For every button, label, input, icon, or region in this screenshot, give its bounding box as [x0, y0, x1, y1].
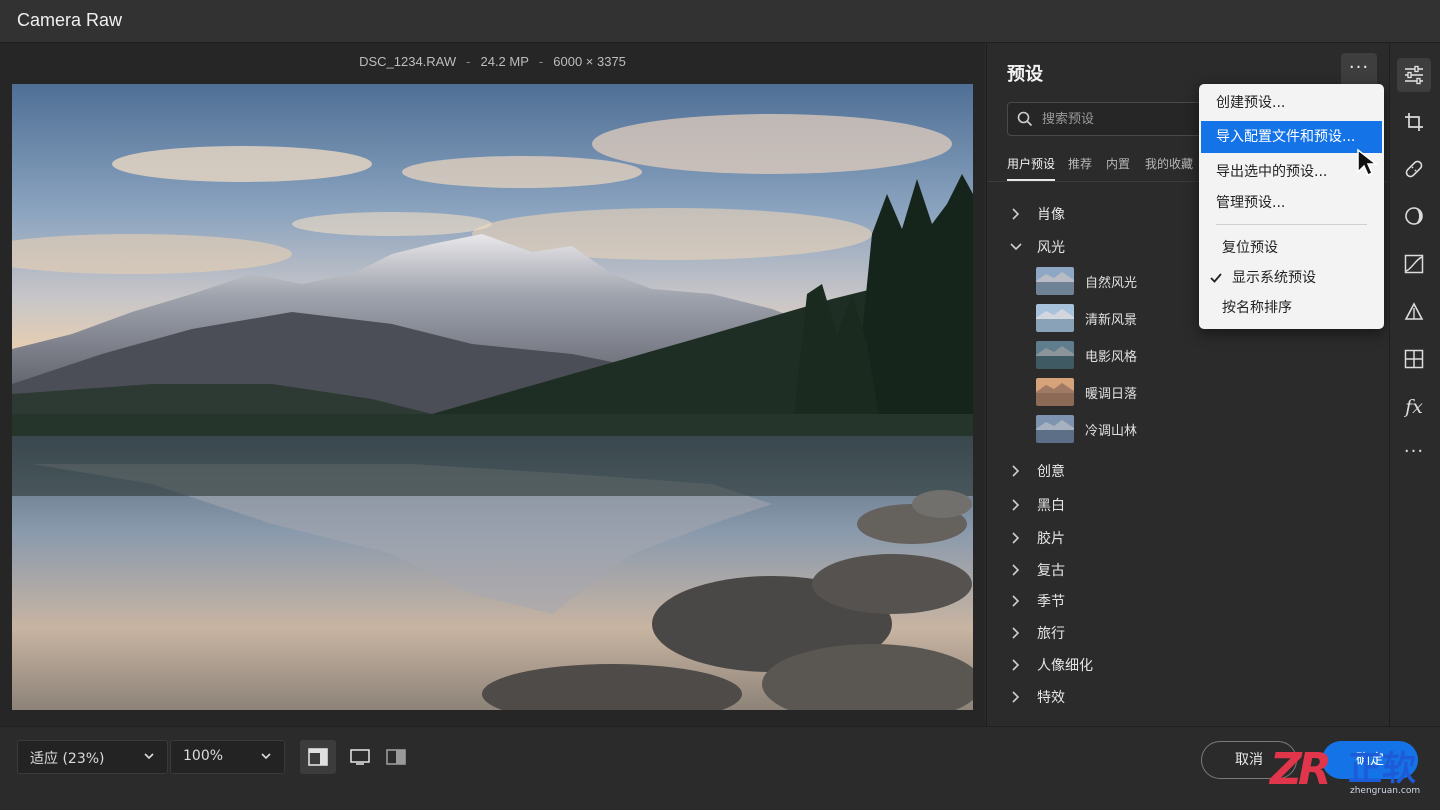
fx-tool-button[interactable]: fx [1397, 390, 1431, 424]
preset-item[interactable]: 自然风光 [1036, 267, 1196, 295]
preset-label: 电影风格 [1085, 350, 1138, 365]
fx-icon: fx [1405, 396, 1423, 418]
crop-tool-button[interactable] [1397, 105, 1431, 139]
edit-tool-button[interactable] [1397, 58, 1431, 92]
preset-item[interactable]: 清新风景 [1036, 304, 1196, 332]
preset-thumbnail [1036, 267, 1074, 295]
group-label: 季节 [1037, 594, 1065, 610]
mouse-cursor-icon [1357, 148, 1378, 177]
chevron-right-icon [1012, 465, 1020, 477]
group-label: 肖像 [1037, 207, 1065, 223]
chevron-right-icon [1012, 691, 1020, 703]
menu-divider [1216, 224, 1367, 225]
tab-user-presets[interactable]: 用户预设 [1007, 155, 1056, 181]
red-eye-icon [1404, 302, 1424, 320]
file-megapixels: 24.2 MP [480, 54, 529, 69]
watermark-text: 正软 [1348, 749, 1416, 789]
chevron-right-icon [1012, 532, 1020, 544]
fit-zoom-select[interactable]: 适应 (23%) [17, 740, 168, 774]
preset-thumbnail [1036, 304, 1074, 332]
group-label: 旅行 [1037, 626, 1065, 642]
file-info: DSC_1234.RAW -24.2 MP -6000 × 3375 [0, 54, 985, 69]
mask-icon [1405, 207, 1423, 225]
file-info-separator: - [538, 54, 544, 69]
presets-grid-tool-button[interactable] [1397, 342, 1431, 376]
watermark-logo: ZR 正软 zhengruan.com [1268, 746, 1434, 800]
preset-thumbnail [1036, 341, 1074, 369]
preset-item[interactable]: 暖调日落 [1036, 378, 1196, 406]
menu-item-reset-presets[interactable]: 复位预设 [1199, 232, 1384, 264]
group-label: 黑白 [1037, 498, 1065, 514]
fit-zoom-value: 适应 (23%) [30, 751, 105, 767]
title-bar: Camera Raw [0, 0, 1440, 43]
menu-item-show-system-presets[interactable]: 显示系统预设 [1199, 262, 1384, 294]
before-after-icon [386, 749, 406, 765]
group-label: 创意 [1037, 464, 1065, 480]
watermark-url: zhengruan.com [1350, 786, 1421, 796]
chevron-down-icon [144, 753, 154, 760]
tab-favorites[interactable]: 我的收藏 [1145, 155, 1193, 181]
curve-tool-button[interactable] [1397, 247, 1431, 281]
chevron-right-icon [1012, 208, 1020, 220]
group-label: 风光 [1037, 240, 1065, 256]
preset-thumbnail [1036, 415, 1074, 443]
search-icon [1017, 111, 1033, 127]
crop-icon [1405, 113, 1423, 131]
group-label: 复古 [1037, 563, 1065, 579]
file-info-separator: - [466, 54, 471, 69]
group-label: 胶片 [1037, 531, 1065, 547]
grid-presets-icon [1404, 349, 1424, 369]
chevron-down-icon [261, 753, 271, 760]
preset-item[interactable]: 冷调山林 [1036, 415, 1196, 443]
app-title: Camera Raw [17, 10, 123, 30]
curve-icon [1404, 254, 1424, 274]
preset-search[interactable] [1007, 102, 1207, 136]
healing-tool-button[interactable] [1397, 152, 1431, 186]
preset-item[interactable]: 电影风格 [1036, 341, 1196, 369]
menu-item-create-preset[interactable]: 创建预设... [1199, 87, 1384, 119]
before-after-view-button[interactable] [378, 740, 414, 774]
chevron-right-icon [1012, 595, 1020, 607]
search-input[interactable] [1042, 109, 1202, 129]
photo-preview[interactable] [12, 84, 973, 710]
menu-item-import-profiles[interactable]: 导入配置文件和预设... [1201, 121, 1382, 153]
group-label: 特效 [1037, 690, 1065, 706]
menu-item-sort-by-name[interactable]: 按名称排序 [1199, 292, 1384, 324]
more-tools-button[interactable]: ··· [1397, 435, 1431, 469]
chevron-down-icon [1010, 243, 1022, 251]
single-view-button[interactable] [300, 740, 336, 774]
chevron-right-icon [1012, 627, 1020, 639]
preset-label: 自然风光 [1085, 276, 1138, 291]
file-name: DSC_1234.RAW [359, 54, 457, 69]
menu-item-manage-presets[interactable]: 管理预设... [1199, 187, 1384, 219]
monitor-icon [350, 749, 370, 765]
chevron-right-icon [1012, 564, 1020, 576]
zoom-level-select[interactable]: 100% [170, 740, 285, 774]
tab-builtin[interactable]: 内置 [1106, 155, 1130, 181]
healing-icon [1405, 160, 1423, 178]
red-eye-tool-button[interactable] [1397, 295, 1431, 329]
chevron-right-icon [1012, 499, 1020, 511]
presets-context-menu: 创建预设... 导入配置文件和预设... 导出选中的预设... 管理预设... … [1199, 84, 1384, 329]
tool-rail [1389, 43, 1440, 726]
tab-recommended[interactable]: 推荐 [1068, 155, 1092, 181]
more-icon: ··· [1403, 441, 1425, 462]
masking-tool-button[interactable] [1397, 199, 1431, 233]
watermark-logo-mark: ZR [1270, 744, 1332, 795]
preset-label: 清新风景 [1085, 313, 1138, 328]
zoom-level-value: 100% [183, 748, 224, 764]
more-options-button[interactable]: ··· [1341, 53, 1377, 87]
preset-label: 暖调日落 [1085, 387, 1138, 402]
group-label: 人像细化 [1037, 658, 1093, 674]
file-dimensions: 6000 × 3375 [553, 54, 626, 69]
menu-item-label: 显示系统预设 [1232, 270, 1316, 286]
chevron-right-icon [1012, 659, 1020, 671]
edit-sliders-icon [1405, 65, 1423, 85]
full-screen-view-button[interactable] [342, 740, 378, 774]
checkmark-icon [1210, 273, 1222, 283]
panel-title: 预设 [1007, 64, 1043, 85]
preset-thumbnail [1036, 378, 1074, 406]
preset-label: 冷调山林 [1085, 424, 1138, 439]
single-view-icon [308, 748, 328, 766]
